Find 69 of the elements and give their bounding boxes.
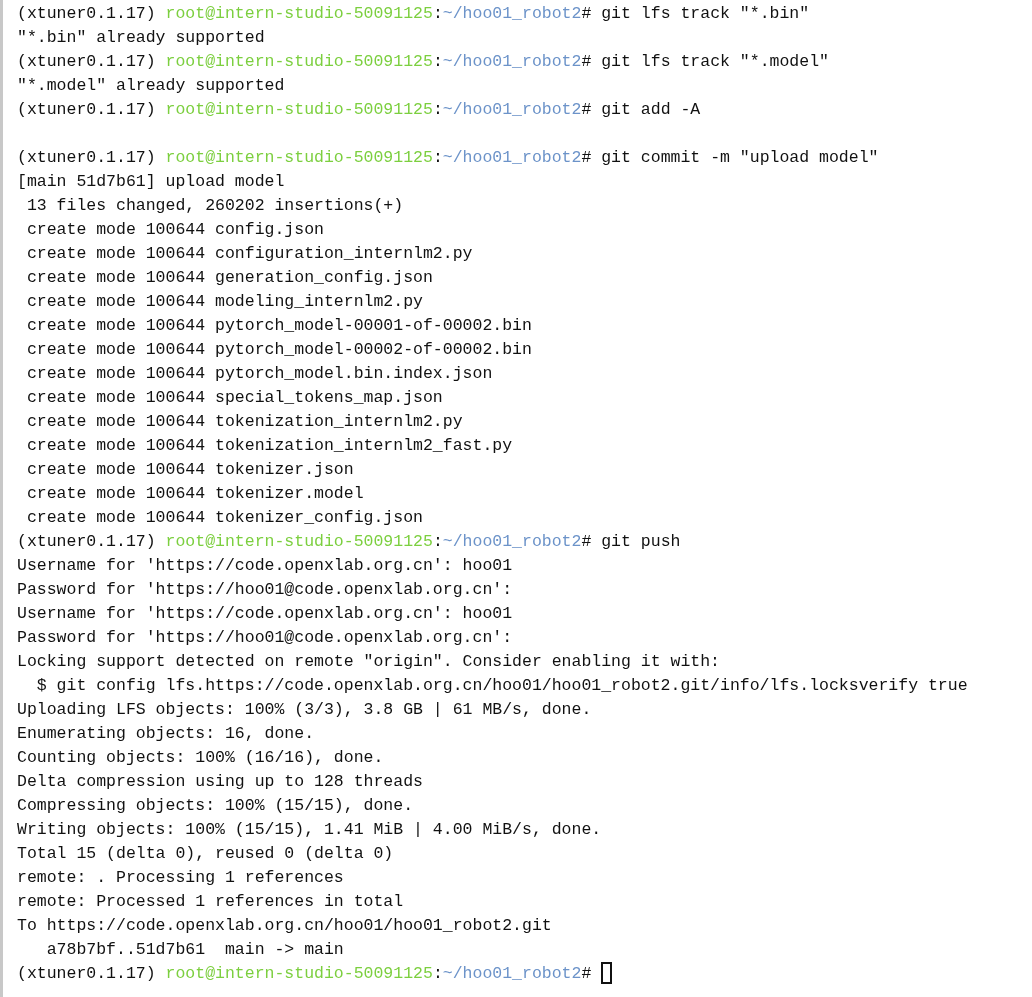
output-line: $ git config lfs.https://code.openxlab.org.cn/hoo01/hoo01_robot2.git/info/lfs.locksverify true (35, 676, 968, 695)
directory-path: ~/hoo01_robot2 (442, 148, 582, 167)
output-line: 13 files changed, 260202 insertions(+) (25, 196, 404, 215)
output-line: Delta compression using up to 128 threads (17, 772, 423, 791)
command-text: git lfs track "*.bin" (601, 4, 810, 23)
output-line: create mode 100644 generation_config.json (25, 268, 433, 287)
output-line: create mode 100644 config.json (25, 220, 324, 239)
output-line: Username for 'https://code.openxlab.org.cn': hoo01 (17, 604, 513, 623)
output-line: create mode 100644 tokenizer.json (25, 460, 354, 479)
prompt-symbol: # (581, 148, 592, 167)
separator-text: : (432, 148, 443, 167)
output-line: Uploading LFS objects: 100% (3/3), 3.8 GB | 61 MB/s, done. (17, 700, 592, 719)
separator-text: : (432, 100, 443, 119)
output-line: Password for 'https://hoo01@code.openxlab.org.cn': (17, 580, 513, 599)
prompt-symbol: # (581, 532, 592, 551)
output-line: To https://code.openxlab.org.cn/hoo01/hoo01_robot2.git (17, 916, 552, 935)
output-line: "*.model" already supported (17, 76, 285, 95)
directory-path: ~/hoo01_robot2 (442, 100, 582, 119)
command-text: git lfs track "*.model" (601, 52, 829, 71)
user-host-text: root@intern-studio-50091125 (165, 52, 433, 71)
output-line: Total 15 (delta 0), reused 0 (delta 0) (17, 844, 394, 863)
separator-text: : (432, 4, 443, 23)
directory-path: ~/hoo01_robot2 (442, 4, 582, 23)
prompt-symbol: # (581, 52, 592, 71)
output-line: create mode 100644 tokenizer_config.json (25, 508, 423, 527)
command-text: git commit -m "upload model" (601, 148, 879, 167)
output-line: Writing objects: 100% (15/15), 1.41 MiB | 4.00 MiB/s, done. (17, 820, 602, 839)
output-line: Compressing objects: 100% (15/15), done. (17, 796, 414, 815)
output-line: create mode 100644 modeling_internlm2.py (25, 292, 423, 311)
output-line: create mode 100644 special_tokens_map.json (25, 388, 443, 407)
output-line: remote: . Processing 1 references (17, 868, 344, 887)
env-label: (xtuner0.1.17) (17, 4, 156, 23)
directory-path: ~/hoo01_robot2 (442, 52, 582, 71)
user-host-text: root@intern-studio-50091125 (165, 532, 433, 551)
output-line: Password for 'https://hoo01@code.openxlab.org.cn': (17, 628, 513, 647)
user-host-text: root@intern-studio-50091125 (165, 100, 433, 119)
directory-path: ~/hoo01_robot2 (442, 964, 582, 983)
output-line: create mode 100644 pytorch_model-00001-of-00002.bin (25, 316, 532, 335)
output-line: create mode 100644 pytorch_model.bin.index.json (25, 364, 493, 383)
separator-text: : (432, 532, 443, 551)
separator-text: : (432, 52, 443, 71)
prompt-symbol: # (581, 964, 592, 983)
prompt-symbol: # (581, 4, 592, 23)
user-host-text: root@intern-studio-50091125 (165, 4, 433, 23)
output-line: create mode 100644 tokenization_internlm2.py (25, 412, 463, 431)
separator-text: : (432, 964, 443, 983)
command-text: git add -A (601, 100, 701, 119)
command-text: git push (601, 532, 681, 551)
env-label: (xtuner0.1.17) (17, 148, 156, 167)
directory-path: ~/hoo01_robot2 (442, 532, 582, 551)
env-label: (xtuner0.1.17) (17, 964, 156, 983)
output-line: Enumerating objects: 16, done. (17, 724, 315, 743)
output-line: "*.bin" already supported (17, 28, 265, 47)
output-line: create mode 100644 pytorch_model-00002-of-00002.bin (25, 340, 532, 359)
env-label: (xtuner0.1.17) (17, 100, 156, 119)
output-line: create mode 100644 tokenization_internlm2_fast.py (25, 436, 513, 455)
output-line: create mode 100644 tokenizer.model (25, 484, 364, 503)
output-line: create mode 100644 configuration_internlm2.py (25, 244, 473, 263)
output-line: Username for 'https://code.openxlab.org.cn': hoo01 (17, 556, 513, 575)
output-line: [main 51d7b61] upload model (17, 172, 285, 191)
output-line: Counting objects: 100% (16/16), done. (17, 748, 384, 767)
user-host-text: root@intern-studio-50091125 (165, 964, 433, 983)
env-label: (xtuner0.1.17) (17, 532, 156, 551)
output-line: remote: Processed 1 references in total (17, 892, 404, 911)
user-host-text: root@intern-studio-50091125 (165, 148, 433, 167)
env-label: (xtuner0.1.17) (17, 52, 156, 71)
prompt-symbol: # (581, 100, 592, 119)
output-line: a78b7bf..51d7b61 main -> main (45, 940, 344, 959)
output-line: Locking support detected on remote "origin". Consider enabling it with: (17, 652, 720, 671)
